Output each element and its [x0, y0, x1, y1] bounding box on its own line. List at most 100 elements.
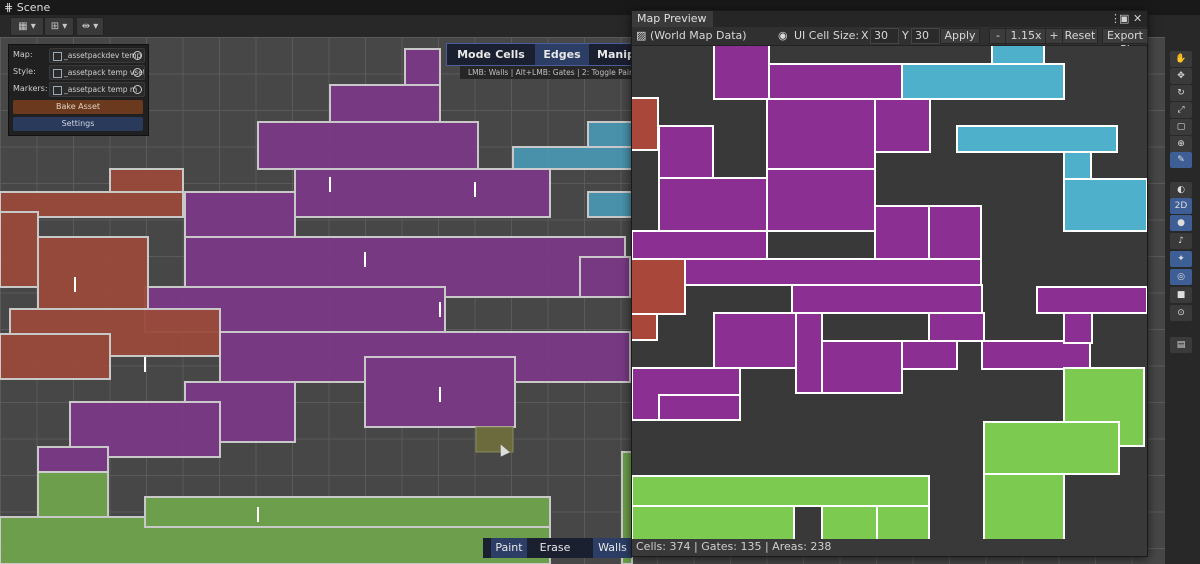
preview-cell[interactable] — [1063, 312, 1093, 344]
rect-tool-icon[interactable]: ▢ — [1170, 119, 1192, 135]
preview-cell[interactable] — [956, 125, 1118, 153]
preview-cell[interactable] — [632, 313, 658, 341]
scene-cell[interactable] — [512, 146, 634, 170]
preview-map[interactable] — [632, 46, 1147, 539]
scene-title: Scene — [16, 1, 51, 14]
move-tool-icon[interactable]: ✥ — [1170, 68, 1192, 84]
preview-cell[interactable] — [766, 98, 876, 170]
rotate-tool-icon[interactable]: ↻ — [1170, 85, 1192, 101]
preview-cell[interactable] — [658, 394, 741, 421]
preview-cell[interactable] — [901, 340, 958, 370]
settings-button[interactable]: Settings — [13, 117, 143, 131]
paint-bar: Paint Erase Walls — [483, 538, 632, 558]
preview-cell[interactable] — [981, 340, 1091, 370]
picker-icon[interactable]: ◉ — [778, 28, 788, 44]
source-label: (World Map Data) — [650, 29, 747, 42]
preview-cell[interactable] — [632, 230, 768, 260]
mode-cells-button[interactable]: Cells — [495, 44, 525, 65]
close-icon[interactable]: ✕ — [1133, 12, 1142, 25]
transform-tool-icon[interactable]: ⊕ — [1170, 136, 1192, 152]
scene-cell[interactable] — [0, 211, 39, 288]
lighting-icon[interactable]: ● — [1170, 215, 1192, 231]
preview-map-svg — [632, 46, 1147, 539]
bake-asset-button[interactable]: Bake Asset — [13, 100, 143, 114]
edges-hint: LMB: Walls | Alt+LMB: Gates | 2: Toggle … — [460, 66, 632, 79]
scene-cell[interactable] — [587, 191, 634, 218]
camera-icon[interactable]: ■ — [1170, 287, 1192, 303]
map-field[interactable]: _assetpackdev temp fi — [49, 48, 145, 63]
gizmos-icon[interactable]: ⊙ — [1170, 305, 1192, 321]
asset-icon — [53, 52, 62, 61]
mode-manip-button[interactable]: Manip — [597, 44, 635, 65]
preview-cell[interactable] — [821, 505, 878, 539]
preview-cell[interactable] — [658, 177, 768, 232]
scale-tool-icon[interactable]: ⤢ — [1170, 102, 1192, 118]
scene-cell[interactable] — [587, 121, 634, 148]
preview-cell[interactable] — [983, 473, 1065, 539]
preview-cell[interactable] — [874, 205, 931, 260]
overlays-icon[interactable]: ▤ — [1170, 337, 1192, 353]
preview-cell[interactable] — [874, 98, 931, 153]
draw-mode-icon[interactable]: ◐ — [1170, 182, 1192, 198]
preview-cell[interactable] — [683, 258, 982, 286]
y-input[interactable]: 30 — [911, 28, 940, 44]
apply-button[interactable]: Apply — [940, 28, 980, 44]
snap-icon[interactable]: ⊞ ▾ — [44, 17, 74, 36]
preview-cell[interactable] — [658, 125, 714, 179]
scene-cell[interactable] — [404, 48, 441, 86]
preview-cell[interactable] — [632, 505, 795, 539]
scene-cell[interactable] — [579, 256, 631, 298]
preview-cell[interactable] — [1036, 286, 1147, 314]
scene-cell[interactable] — [0, 333, 111, 380]
scene-cell[interactable] — [37, 446, 109, 473]
preview-cell[interactable] — [983, 421, 1120, 475]
preview-cell[interactable] — [821, 340, 903, 394]
markers-field[interactable]: _assetpack temp m — [49, 82, 145, 97]
x-input[interactable]: 30 — [870, 28, 899, 44]
preview-cell[interactable] — [632, 258, 686, 315]
export-button[interactable]: Export Pl — [1102, 28, 1148, 56]
scene-cell[interactable] — [329, 84, 441, 123]
scene-cell[interactable] — [257, 121, 479, 170]
preview-cell[interactable] — [1063, 178, 1147, 232]
preview-cell[interactable] — [791, 284, 983, 314]
preview-cell[interactable] — [632, 97, 659, 151]
scene-cell[interactable] — [294, 168, 551, 218]
preview-cell[interactable] — [632, 475, 930, 507]
visibility-icon[interactable]: ◎ — [1170, 269, 1192, 285]
map-asset-icon: ▨ — [636, 29, 647, 42]
scene-cell[interactable] — [37, 236, 149, 313]
preview-cell[interactable] — [795, 312, 823, 394]
preview-cell[interactable] — [901, 63, 1065, 100]
paint-button[interactable]: Paint — [491, 538, 527, 558]
preview-tab[interactable]: Map Preview — [632, 11, 713, 27]
zoom-in-button[interactable]: + — [1045, 28, 1063, 44]
map-settings-overlay: Map: _assetpackdev temp fi Style: _asset… — [8, 44, 149, 136]
preview-titlebar[interactable]: Map Preview ⋮ ▣ ✕ — [632, 11, 1147, 27]
2d-toggle-icon[interactable]: 2D — [1170, 198, 1192, 214]
object-picker-icon[interactable] — [133, 51, 142, 60]
effects-icon[interactable]: ✦ — [1170, 251, 1192, 267]
reset-button[interactable]: Reset — [1062, 28, 1098, 44]
erase-button[interactable]: Erase — [535, 538, 575, 558]
audio-icon[interactable]: ♪ — [1170, 233, 1192, 249]
mode-edges-button[interactable]: Edges — [535, 44, 589, 65]
grid-icon[interactable]: ▦ ▾ — [10, 17, 44, 36]
preview-cell[interactable] — [766, 168, 876, 232]
scene-cell[interactable] — [144, 496, 551, 528]
object-picker-icon[interactable] — [133, 85, 142, 94]
preview-cell[interactable] — [713, 312, 797, 369]
maximize-icon[interactable]: ▣ — [1119, 12, 1129, 25]
style-field[interactable]: _assetpack temp vsett — [49, 65, 145, 80]
walls-button[interactable]: Walls — [593, 538, 632, 558]
mode-label: Mode — [457, 48, 491, 61]
asset-icon — [53, 86, 62, 95]
custom-tool-icon[interactable]: ✎ — [1170, 152, 1192, 168]
preview-cell[interactable] — [928, 205, 982, 260]
object-picker-icon[interactable] — [133, 68, 142, 77]
preview-cell[interactable] — [928, 312, 985, 342]
preview-cell[interactable] — [713, 46, 770, 100]
increment-icon[interactable]: ⇹ ▾ — [76, 17, 104, 36]
preview-cell[interactable] — [876, 505, 930, 539]
hand-tool-icon[interactable]: ✋ — [1170, 51, 1192, 67]
